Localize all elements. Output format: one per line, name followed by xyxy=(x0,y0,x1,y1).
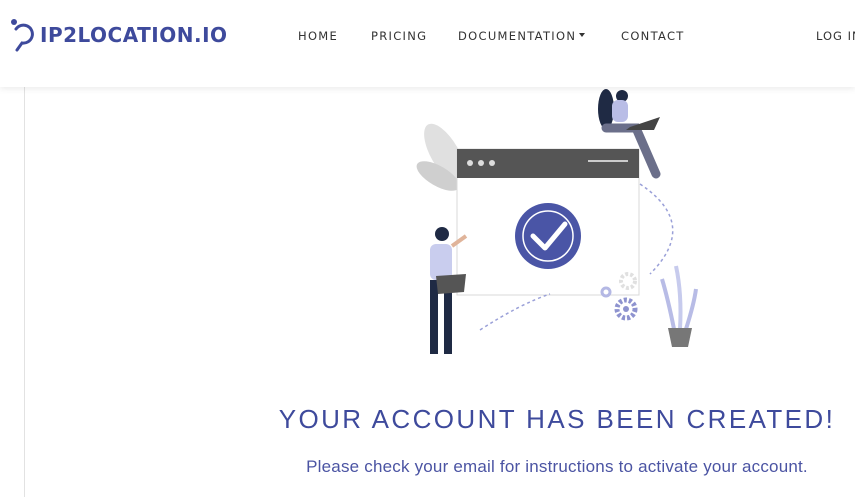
account-created-illustration xyxy=(416,89,698,354)
top-navbar: IP2LOCATION.IO HOME PRICING DOCUMENTATIO… xyxy=(0,0,855,87)
nav-contact[interactable]: CONTACT xyxy=(621,29,685,43)
sidebar-divider xyxy=(24,87,25,497)
location-pin-icon xyxy=(11,19,34,52)
page-title: YOUR ACCOUNT HAS BEEN CREATED! xyxy=(278,404,836,434)
nav-pricing[interactable]: PRICING xyxy=(371,29,427,43)
caret-down-icon xyxy=(579,32,586,37)
brand-name: IP2LOCATION.IO xyxy=(40,23,228,47)
potted-plant-icon xyxy=(660,265,698,347)
nav-documentation-label: DOCUMENTATION xyxy=(458,29,577,43)
page-subtitle: Please check your email for instructions… xyxy=(306,457,808,476)
brand-logo[interactable]: IP2LOCATION.IO xyxy=(10,18,228,52)
checkmark-circle-icon xyxy=(515,203,581,269)
nav-documentation[interactable]: DOCUMENTATION xyxy=(458,29,586,43)
login-link[interactable]: LOG IN xyxy=(816,29,855,43)
nav-home[interactable]: HOME xyxy=(298,29,338,43)
